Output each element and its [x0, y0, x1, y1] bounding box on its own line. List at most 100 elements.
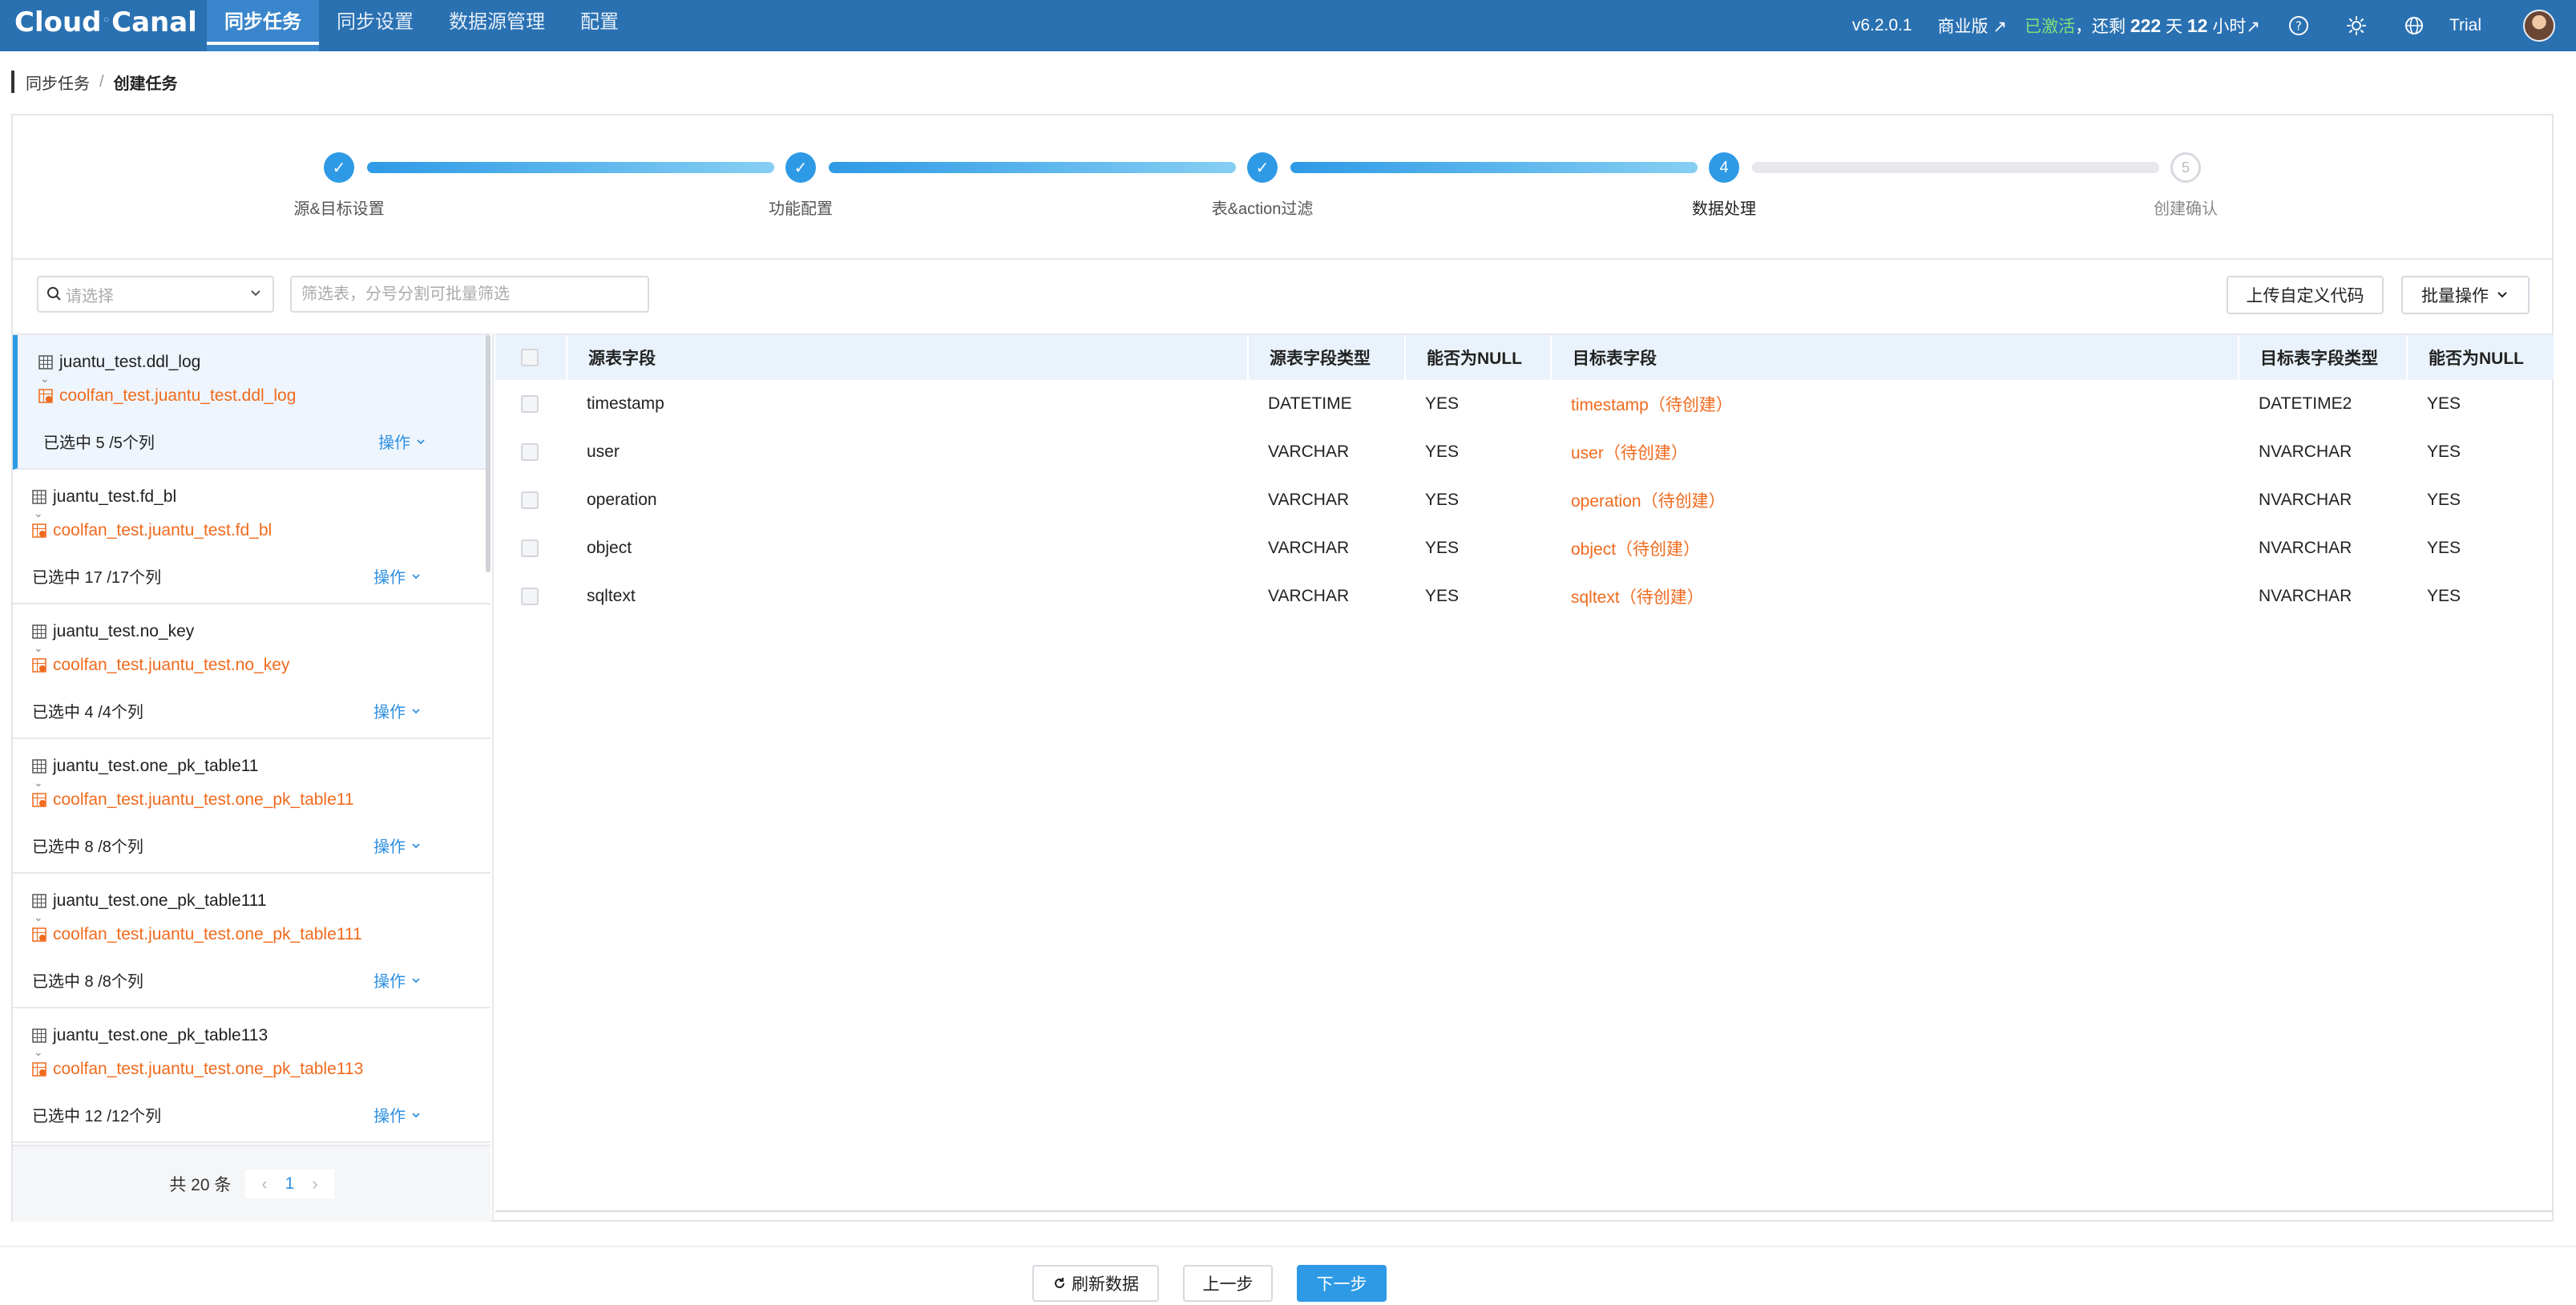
language-globe-icon[interactable] [2403, 14, 2425, 37]
nav-right: v6.2.0.1 商业版 ↗ 已激活 ，还剩 222 天 12 小时↗ ? Tr… [1852, 0, 2576, 51]
step-connector-1 [367, 162, 774, 173]
row-checkbox[interactable] [521, 572, 539, 620]
table-row: operation VARCHAR YES operation（待创建） NVA… [495, 476, 2554, 524]
source-field: object [587, 539, 632, 557]
mapping-arrow-icon: ⌄ [34, 507, 43, 519]
pagination-page-1[interactable]: 1 [285, 1174, 295, 1194]
edition-link[interactable]: 商业版 ↗ [1938, 14, 2007, 38]
source-table-name: juantu_test.ddl_log [59, 353, 201, 371]
step-connector-2 [829, 162, 1236, 173]
batch-operation-label: 批量操作 [2421, 287, 2489, 305]
upload-custom-code-button[interactable]: 上传自定义代码 [2227, 276, 2384, 314]
table-operation-dropdown[interactable]: 操作 [373, 699, 422, 722]
avatar[interactable] [2523, 10, 2555, 42]
table-list-item[interactable]: juantu_test.one_pk_table111 ⌄ coolfan_te… [13, 874, 491, 1008]
row-checkbox[interactable] [521, 476, 539, 524]
target-field-type: DATETIME2 [2259, 394, 2352, 413]
breadcrumb-separator: / [99, 72, 104, 91]
source-table-name: juantu_test.no_key [53, 622, 195, 640]
table-grid-icon [32, 490, 46, 504]
table-list-item[interactable]: juantu_test.fd_bl ⌄ coolfan_test.juantu_… [13, 470, 491, 604]
user-name[interactable]: Trial [2449, 16, 2481, 35]
target-field[interactable]: sqltext（待创建） [1571, 572, 1704, 620]
target-nullable: YES [2427, 539, 2461, 557]
table-list-scrollbar[interactable] [486, 335, 491, 572]
target-nullable: YES [2427, 491, 2461, 509]
source-table-name: juantu_test.one_pk_table111 [53, 891, 267, 910]
target-field[interactable]: user（待创建） [1571, 428, 1688, 476]
table-grid-icon [32, 894, 46, 908]
next-step-button[interactable]: 下一步 [1297, 1265, 1387, 1302]
nav-config[interactable]: 配置 [563, 0, 636, 51]
target-table-icon [32, 1062, 46, 1077]
schema-select[interactable]: 请选择 [37, 276, 274, 313]
table-header: 源表字段 源表字段类型 能否为NULL 目标表字段 目标表字段类型 能否为NUL… [495, 335, 2554, 380]
operation-label: 操作 [378, 434, 410, 452]
help-icon[interactable]: ? [2287, 14, 2310, 37]
target-field[interactable]: object（待创建） [1571, 524, 1700, 572]
select-all-checkbox[interactable] [521, 335, 539, 380]
table-operation-dropdown[interactable]: 操作 [378, 430, 426, 453]
nav-sync-settings[interactable]: 同步设置 [319, 0, 431, 51]
table-list-item[interactable]: juantu_test.no_key ⌄ coolfan_test.juantu… [13, 604, 491, 739]
table-operation-dropdown[interactable]: 操作 [373, 564, 422, 588]
step-3-label: 表&action过滤 [1211, 200, 1314, 218]
selected-column-count: 已选中 17 /17个列 [32, 569, 162, 587]
row-checkbox[interactable] [521, 428, 539, 476]
schema-select-placeholder: 请选择 [66, 287, 114, 305]
nav-sync-tasks[interactable]: 同步任务 [207, 0, 319, 51]
license-remaining-link[interactable]: ，还剩 222 天 12 小时↗ [2075, 14, 2260, 38]
table-list-item[interactable]: juantu_test.one_pk_table113 ⌄ coolfan_te… [13, 1008, 491, 1143]
selected-column-count: 已选中 5 /5个列 [43, 434, 155, 452]
operation-label: 操作 [373, 569, 406, 587]
target-field-type: NVARCHAR [2259, 442, 2352, 461]
target-field[interactable]: timestamp（待创建） [1571, 380, 1733, 428]
nav-datasource-management[interactable]: 数据源管理 [431, 0, 563, 51]
previous-step-button[interactable]: 上一步 [1183, 1265, 1273, 1302]
table-list: juantu_test.ddl_log ⌄ coolfan_test.juant… [13, 333, 491, 1145]
target-table-name: coolfan_test.juantu_test.one_pk_table113 [53, 1060, 364, 1078]
chevron-down-icon [412, 708, 420, 713]
operation-label: 操作 [373, 1108, 406, 1125]
pagination-prev-button[interactable]: ‹ [261, 1174, 267, 1194]
table-operation-dropdown[interactable]: 操作 [373, 968, 422, 992]
pagination: 共 20 条 ‹ 1 › [13, 1145, 491, 1222]
step-5-label: 创建确认 [2154, 200, 2218, 218]
source-field-type: VARCHAR [1268, 587, 1350, 605]
refresh-data-button[interactable]: 刷新数据 [1032, 1265, 1159, 1302]
target-nullable: YES [2427, 587, 2461, 605]
mapping-arrow-icon: ⌄ [34, 911, 43, 923]
target-table-icon [38, 389, 53, 403]
target-table-name: coolfan_test.juantu_test.ddl_log [59, 386, 297, 405]
table-operation-dropdown[interactable]: 操作 [373, 834, 422, 857]
mapping-arrow-icon: ⌄ [34, 776, 43, 789]
table-list-item[interactable]: juantu_test.one_pk_table11 ⌄ coolfan_tes… [13, 739, 491, 874]
target-field-type: NVARCHAR [2259, 491, 2352, 509]
chevron-down-icon [2497, 292, 2507, 298]
table-operation-dropdown[interactable]: 操作 [373, 1103, 422, 1126]
source-field-type: DATETIME [1268, 394, 1352, 413]
table-grid-icon [32, 759, 46, 774]
header-target-field-type: 目标表字段类型 [2238, 335, 2406, 380]
source-table-name: juantu_test.fd_bl [53, 487, 177, 506]
target-field-type: NVARCHAR [2259, 587, 2352, 605]
target-field[interactable]: operation（待创建） [1571, 476, 1726, 524]
breadcrumb-parent[interactable]: 同步任务 [26, 71, 90, 94]
table-list-item[interactable]: juantu_test.ddl_log ⌄ coolfan_test.juant… [13, 335, 491, 470]
row-checkbox[interactable] [521, 524, 539, 572]
chevron-down-icon [412, 1112, 420, 1117]
pagination-next-button[interactable]: › [312, 1174, 317, 1194]
search-icon [47, 287, 61, 301]
chevron-down-icon [412, 842, 420, 848]
logo[interactable]: Cloud◦Canal [14, 6, 197, 38]
pagination-total: 共 20 条 [169, 1176, 232, 1194]
table-row: timestamp DATETIME YES timestamp（待创建） DA… [495, 380, 2554, 428]
row-checkbox[interactable] [521, 380, 539, 428]
table-filter-input[interactable] [290, 276, 649, 313]
target-table-icon [32, 523, 46, 538]
batch-operation-button[interactable]: 批量操作 [2401, 276, 2530, 314]
source-nullable: YES [1425, 539, 1460, 557]
top-nav: Cloud◦Canal 同步任务 同步设置 数据源管理 配置 v6.2.0.1 … [0, 0, 2576, 51]
theme-sun-icon[interactable] [2345, 14, 2368, 37]
mapping-arrow-icon: ⌄ [34, 641, 43, 654]
